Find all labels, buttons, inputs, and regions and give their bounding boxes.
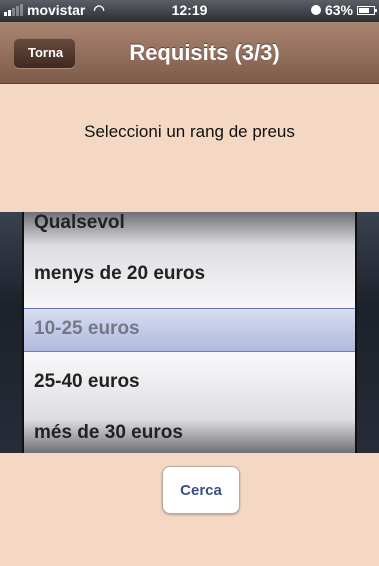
alarm-icon (310, 5, 321, 15)
picker-option[interactable]: 25-40 euros (34, 371, 140, 393)
picker-option[interactable]: Qualsevol (34, 212, 125, 234)
main-content: Seleccioni un rang de preus Qualsevol me… (0, 84, 379, 566)
page-title: Requisits (3/3) (129, 40, 280, 65)
status-bar: movistar ◠ 12:19 63% (0, 0, 379, 22)
picker-option-selected[interactable]: 10-25 euros (34, 318, 140, 340)
price-range-prompt: Seleccioni un rang de preus (84, 122, 295, 141)
navigation-bar: Torna Requisits (3/3) (0, 22, 379, 84)
battery-icon (357, 5, 377, 15)
search-button[interactable]: Cerca (162, 466, 240, 514)
battery-percent: 63% (324, 2, 353, 18)
picker-option[interactable]: més de 30 euros (34, 422, 183, 444)
status-right: 63% (310, 2, 377, 18)
picker-option[interactable]: menys de 20 euros (34, 263, 205, 285)
picker-wheel[interactable]: Qualsevol menys de 20 euros 10-25 euros … (22, 212, 357, 453)
price-range-picker[interactable]: Qualsevol menys de 20 euros 10-25 euros … (0, 212, 379, 453)
